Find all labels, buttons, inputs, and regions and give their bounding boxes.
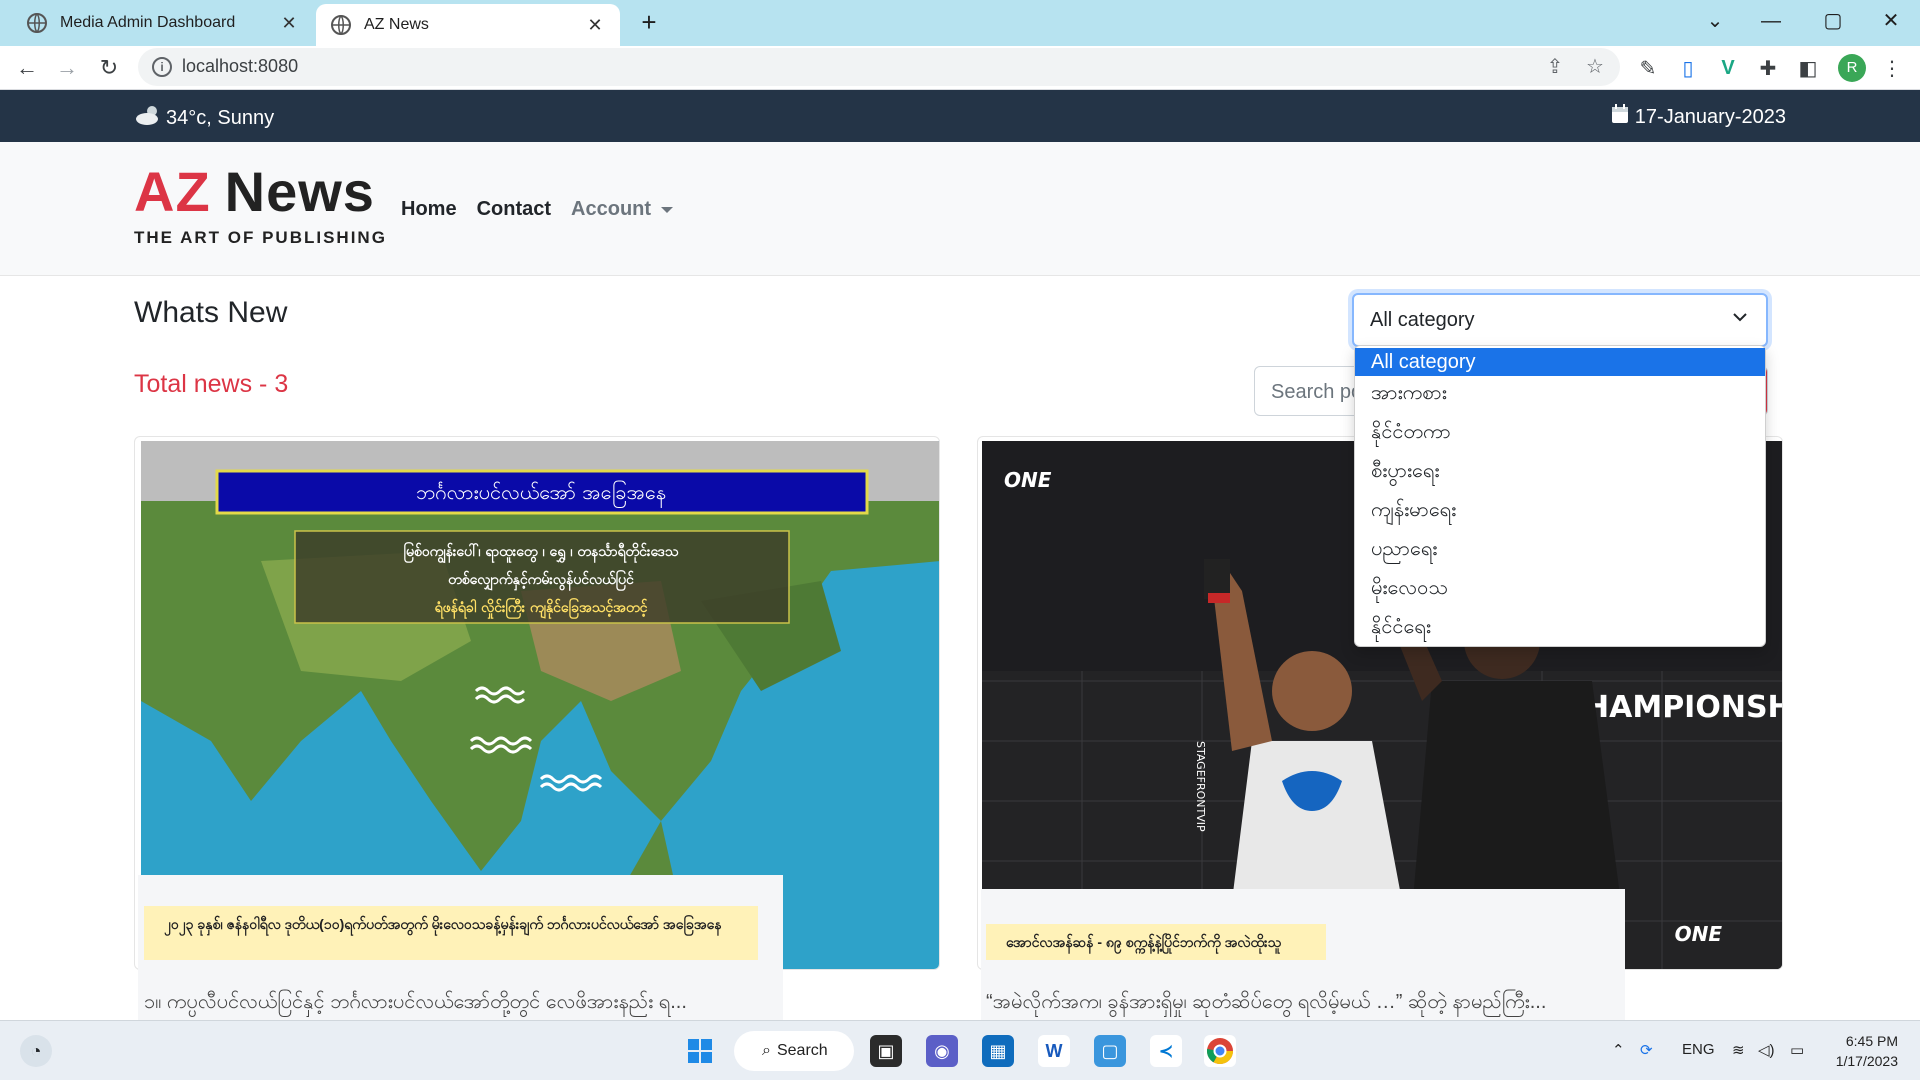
language-indicator[interactable]: ENG: [1682, 1041, 1715, 1058]
card-image-title: ဘင်္ဂလားပင်လယ်အော် အခြေအနေ: [416, 480, 666, 508]
category-option[interactable]: မိုးလေဝသ: [1355, 571, 1765, 610]
chevron-down-icon: [1732, 309, 1748, 330]
nav-account-dropdown[interactable]: Account: [571, 198, 674, 221]
side-panel-icon[interactable]: ◧: [1796, 56, 1820, 80]
category-select[interactable]: All category: [1352, 293, 1768, 347]
news-card-category[interactable]: ၂၀၂၃ ခုနှစ်၊ ဇန်နဝါရီလ ဒုတိယ(၁၀)ရက်ပတ်အတ…: [144, 906, 758, 960]
windows-start-icon[interactable]: [684, 1035, 716, 1067]
app-window-icon[interactable]: ▢: [1094, 1035, 1126, 1067]
sync-icon[interactable]: ⟳: [1640, 1041, 1653, 1059]
word-icon[interactable]: W: [1038, 1035, 1070, 1067]
total-news-count: Total news - 3: [134, 370, 289, 398]
logo-tagline: THE ART OF PUBLISHING: [134, 228, 387, 247]
clock-time: 6:45 PM: [1845, 1033, 1898, 1049]
close-window-icon[interactable]: ✕: [1876, 8, 1906, 34]
minimize-icon[interactable]: —: [1756, 8, 1786, 34]
nav-account-label: Account: [571, 198, 652, 220]
windows-taskbar: ◔ ⌕ Search ▣ ◉ ▦ W ▢ ≺ ⌃ ⟳ ENG ≋ ◁) ▭ 6:…: [0, 1020, 1920, 1080]
system-clock[interactable]: 6:45 PM 1/17/2023: [1836, 1031, 1898, 1071]
card-image-brand: ONE: [1675, 922, 1723, 946]
forward-icon[interactable]: →: [54, 55, 80, 81]
wifi-icon[interactable]: ≋: [1732, 1041, 1745, 1059]
category-option[interactable]: All category: [1355, 348, 1765, 376]
category-dropdown-list: All category အားကစား နိုင်ငံတကာ စီးပွားရ…: [1354, 345, 1766, 647]
tab-title: AZ News: [364, 16, 429, 33]
menu-kebab-icon[interactable]: ⋮: [1880, 56, 1904, 80]
volume-icon[interactable]: ◁): [1758, 1041, 1775, 1059]
search-icon: ⌕: [762, 1042, 771, 1059]
site-top-bar: 34°c, Sunny 17-January-2023: [0, 90, 1920, 142]
category-option[interactable]: နိုင်ငံတကာ: [1355, 415, 1765, 454]
tab-title: Media Admin Dashboard: [60, 14, 236, 31]
category-option[interactable]: စီးပွားရေး: [1355, 454, 1765, 493]
battery-icon[interactable]: ▭: [1790, 1041, 1804, 1059]
maximize-icon[interactable]: ▢: [1818, 8, 1848, 34]
extensions-puzzle-icon[interactable]: ✚: [1756, 56, 1780, 80]
clock-date: 1/17/2023: [1835, 1053, 1898, 1069]
caret-down-icon: [661, 206, 674, 213]
tab-search-chevron-icon[interactable]: ⌄: [1700, 8, 1730, 34]
nav-contact-link[interactable]: Contact: [477, 198, 551, 221]
taskbar-search-label: Search: [776, 1042, 828, 1059]
category-option[interactable]: ပညာရေး: [1355, 532, 1765, 571]
search-placeholder: Search po: [1271, 381, 1363, 403]
card-image-line: ရံဖန်ရံခါ လှိုင်းကြီး ကျနိုင်ခြေအသင့်အတင…: [435, 598, 648, 619]
news-card-excerpt[interactable]: “အမဲလိုက်အက၊ ခွန်အားရှိမှု၊ ဆုတံဆိပ်တွေ …: [986, 988, 1546, 1018]
vscode-icon[interactable]: ≺: [1150, 1035, 1182, 1067]
weather-text: 34°c, Sunny: [166, 106, 275, 129]
eyedropper-extension-icon[interactable]: ✎: [1636, 56, 1660, 80]
close-tab-icon[interactable]: ✕: [278, 12, 300, 34]
cloud-sun-icon: [134, 104, 164, 132]
chrome-icon[interactable]: [1204, 1035, 1236, 1067]
site-header: AZ News THE ART OF PUBLISHING Home Contac…: [0, 142, 1920, 276]
date-widget: 17-January-2023: [1611, 104, 1786, 130]
vue-devtools-icon[interactable]: V: [1716, 56, 1740, 80]
calendar-icon: [1611, 104, 1629, 130]
profile-avatar[interactable]: R: [1838, 54, 1866, 82]
new-tab-icon[interactable]: +: [636, 9, 662, 36]
task-view-icon[interactable]: ▣: [870, 1035, 902, 1067]
main-nav: Home Contact Account: [401, 198, 674, 221]
taskbar-search[interactable]: ⌕ Search: [734, 1031, 854, 1071]
category-option[interactable]: ကျန်းမာရေး: [1355, 493, 1765, 532]
weather-widget: 34°c, Sunny: [134, 104, 274, 132]
tab-media-admin-dashboard[interactable]: Media Admin Dashboard ✕: [0, 0, 314, 46]
back-icon[interactable]: ←: [14, 55, 40, 81]
share-icon[interactable]: ⇪: [1544, 56, 1566, 78]
page-title: Whats New: [134, 296, 288, 329]
site-logo[interactable]: AZ News THE ART OF PUBLISHING: [134, 162, 387, 248]
card-image-side-text: STAGEFRONTVIP: [1194, 741, 1207, 832]
date-text: 17-January-2023: [1634, 105, 1786, 128]
tab-az-news[interactable]: AZ News ✕: [316, 4, 620, 46]
browser-tab-strip: Media Admin Dashboard ✕ AZ News ✕ + ⌄ — …: [0, 0, 1920, 46]
teams-chat-icon[interactable]: ◉: [926, 1035, 958, 1067]
category-option[interactable]: အားကစား: [1355, 376, 1765, 415]
globe-icon: [26, 12, 48, 34]
site-info-icon[interactable]: i: [152, 57, 172, 77]
tray-overflow-chevron-icon[interactable]: ⌃: [1612, 1041, 1625, 1059]
logo-az: AZ: [134, 160, 211, 223]
card-image-brand: ONE: [1004, 468, 1052, 492]
close-tab-icon[interactable]: ✕: [584, 14, 606, 36]
weather-widget-icon[interactable]: ◔: [20, 1035, 52, 1067]
card-image-line: မြစ်ဝကျွန်းပေါ်၊ ရာထူးတွေ ၊ ရွှေ ၊ တနင်္…: [404, 542, 679, 563]
browser-toolbar: ← → ↻ i localhost:8080 ⇪ ☆ ✎ ▯ V ✚ ◧ R ⋮: [0, 46, 1920, 90]
category-option[interactable]: နိုင်ငံရေး: [1355, 610, 1765, 649]
logo-news: News: [224, 160, 375, 223]
url-text: localhost:8080: [182, 56, 299, 76]
document-extension-icon[interactable]: ▯: [1676, 56, 1700, 80]
news-card-excerpt[interactable]: ၁။ ကပ္ပလီပင်လယ်ပြင်နှင့် ဘင်္ဂလားပင်လယ်အ…: [144, 988, 687, 1018]
globe-icon: [330, 14, 352, 36]
microsoft-store-icon[interactable]: ▦: [982, 1035, 1014, 1067]
nav-home-link[interactable]: Home: [401, 198, 457, 221]
news-card-category[interactable]: အောင်လအန်ဆန် - ၈၉ စက္ကန့်နဲ့ပြိုင်ဘက်ကို…: [986, 924, 1326, 960]
bookmark-star-icon[interactable]: ☆: [1584, 56, 1606, 78]
address-bar[interactable]: i localhost:8080 ⇪ ☆: [138, 48, 1620, 86]
reload-icon[interactable]: ↻: [96, 55, 122, 81]
category-select-value: All category: [1370, 309, 1475, 331]
card-image-line: တစ်လျှောက်နှင့်ကမ်းလွန်ပင်လယ်ပြင်: [448, 570, 634, 591]
